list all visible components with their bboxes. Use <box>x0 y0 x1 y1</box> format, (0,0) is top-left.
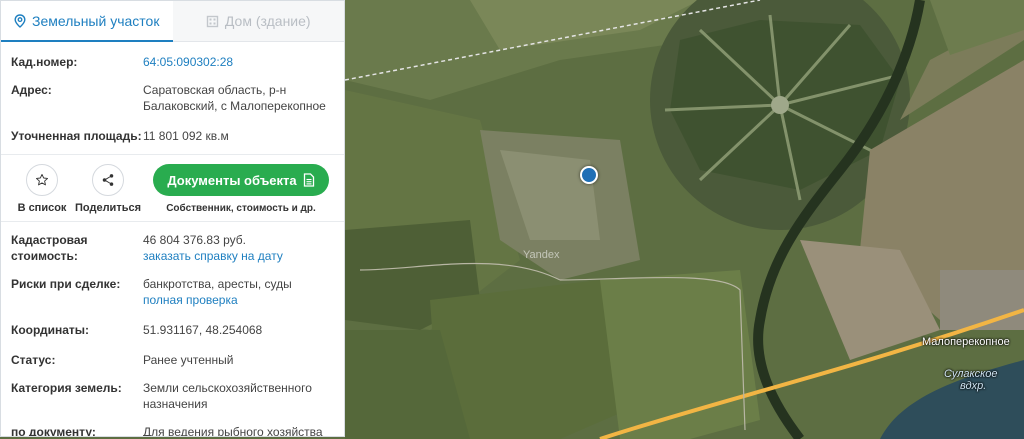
land-category-line-2: назначения <box>143 397 208 411</box>
coordinates-label: Координаты: <box>11 323 90 337</box>
map-pin-icon <box>14 13 26 28</box>
reservoir-label-line2: вдхр. <box>960 380 987 392</box>
address-line-1: Саратовская область, р-н <box>143 83 287 97</box>
cadastral-cost-label: Кадастровая стоимость: <box>11 232 143 264</box>
order-certificate-link[interactable]: заказать справку на дату <box>143 249 283 263</box>
address-line-2: Балаковский, с Малоперекопное <box>143 99 326 113</box>
permitted-use-value: Для ведения рыбного хозяйства <box>143 425 323 437</box>
risks-value: банкротства, аресты, суды <box>143 277 292 291</box>
land-category-label: Категория земель: <box>11 381 122 395</box>
address-value: Саратовская область, р-н Балаковский, с … <box>143 82 326 114</box>
coordinates-row: Координаты: 51.931167, 48.254068 <box>1 322 344 338</box>
area-value: 11 801 092 кв.м <box>143 129 229 143</box>
map-provider-mark: Yandex <box>523 249 560 261</box>
share-label: Поделиться <box>74 202 142 214</box>
cadastral-cost-label-line-1: Кадастровая <box>11 233 88 247</box>
document-icon <box>303 173 314 187</box>
risks-value-block: банкротства, аресты, суды полная проверк… <box>143 276 292 308</box>
village-label: Малоперекопное <box>922 336 1010 348</box>
land-category-value: Земли сельскохозяйственного назначения <box>143 380 312 412</box>
share-button[interactable] <box>92 164 124 196</box>
full-check-link[interactable]: полная проверка <box>143 293 238 307</box>
favorite-action[interactable]: В список <box>11 155 73 214</box>
cadastral-cost-row: Кадастровая стоимость: 46 804 376.83 руб… <box>1 232 344 264</box>
actions-bar: В список Поделиться Документы объекта Со… <box>1 154 344 222</box>
address-label: Адрес: <box>11 83 52 97</box>
cadastral-number-row: Кад.номер: 64:05:090302:28 <box>1 54 344 70</box>
cadastral-cost-value: 46 804 376.83 руб. <box>143 233 246 247</box>
risks-row: Риски при сделке: банкротства, аресты, с… <box>1 276 344 308</box>
tab-building-label: Дом (здание) <box>224 13 311 29</box>
status-label: Статус: <box>11 353 56 367</box>
panel-tabs: Земельный участок Дом (здание) <box>1 1 344 42</box>
tab-land-plot[interactable]: Земельный участок <box>1 1 173 42</box>
object-info-panel: Земельный участок Дом (здание) Кад.номер… <box>0 0 345 437</box>
cadastral-cost-label-line-2: стоимость: <box>11 249 78 263</box>
documents-subtitle: Собственник, стоимость и др. <box>166 203 316 214</box>
cadastral-number-link[interactable]: 64:05:090302:28 <box>143 54 233 70</box>
favorite-label: В список <box>17 202 67 214</box>
permitted-use-row: по документу: Для ведения рыбного хозяйс… <box>1 424 344 437</box>
location-marker[interactable] <box>580 166 598 184</box>
status-row: Статус: Ранее учтенный <box>1 352 344 368</box>
tab-building[interactable]: Дом (здание) <box>172 1 344 41</box>
land-category-row: Категория земель: Земли сельскохозяйстве… <box>1 380 344 412</box>
favorite-button[interactable] <box>26 164 58 196</box>
documents-button[interactable]: Документы объекта <box>153 164 329 196</box>
reservoir-label-line1: Сулакское <box>944 368 998 380</box>
building-icon <box>206 15 219 27</box>
share-icon <box>102 174 114 186</box>
status-value: Ранее учтенный <box>143 353 234 367</box>
permitted-use-label: по документу: <box>11 425 96 437</box>
documents-button-label: Документы объекта <box>167 172 297 188</box>
star-icon <box>35 173 49 186</box>
area-row: Уточненная площадь: 11 801 092 кв.м <box>1 128 344 144</box>
land-category-line-1: Земли сельскохозяйственного <box>143 381 312 395</box>
cadastral-cost-value-block: 46 804 376.83 руб. заказать справку на д… <box>143 232 283 264</box>
area-label: Уточненная площадь: <box>11 129 142 143</box>
cadastral-number-label: Кад.номер: <box>11 55 78 69</box>
address-row: Адрес: Саратовская область, р-н Балаковс… <box>1 82 344 114</box>
share-action[interactable]: Поделиться <box>74 155 142 214</box>
coordinates-value: 51.931167, 48.254068 <box>143 323 263 337</box>
tab-land-plot-label: Земельный участок <box>32 12 160 29</box>
risks-label: Риски при сделке: <box>11 277 121 291</box>
documents-block: Документы объекта Собственник, стоимость… <box>153 155 329 214</box>
